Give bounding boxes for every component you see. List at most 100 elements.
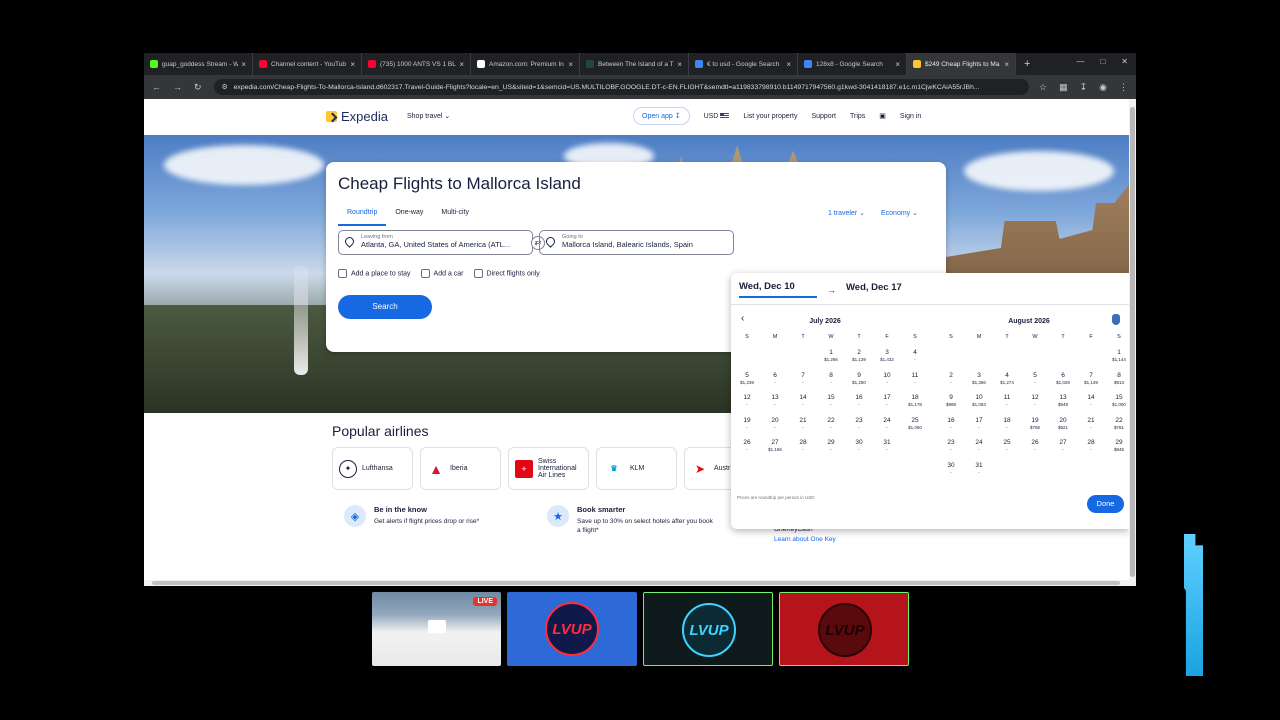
calendar-day[interactable]: 13-: [761, 393, 789, 416]
calendar-day[interactable]: 11-: [993, 393, 1021, 416]
calendar-day[interactable]: 19 $796: [1021, 416, 1049, 439]
shop-travel-menu[interactable]: Shop travel ⌄: [407, 112, 450, 120]
close-tab-icon[interactable]: ×: [895, 60, 900, 69]
calendar-day[interactable]: 7-: [789, 371, 817, 394]
calendar-day[interactable]: 27 $1,166: [761, 438, 789, 461]
browser-tab[interactable]: € to usd - Google Search ×: [689, 53, 798, 75]
currency-selector[interactable]: USD: [704, 113, 730, 120]
airline-card-lufthansa[interactable]: ✦ Lufthansa: [332, 447, 413, 490]
calendar-day[interactable]: 12-: [733, 393, 761, 416]
calendar-day[interactable]: 14-: [789, 393, 817, 416]
add-car-checkbox[interactable]: Add a car: [420, 269, 464, 278]
scene-thumbnail[interactable]: LVUP: [779, 592, 909, 666]
url-input[interactable]: ⚙ expedia.com/Cheap-Flights-To-Mallorca-…: [213, 79, 1029, 95]
list-property-link[interactable]: List your property: [743, 113, 797, 120]
calendar-day[interactable]: 2 $1,139: [845, 348, 873, 371]
cabin-dropdown[interactable]: Economy ⌄: [881, 209, 918, 217]
airline-card-iberia[interactable]: ▲ Iberia: [420, 447, 501, 490]
calendar-day[interactable]: 20-: [761, 416, 789, 439]
extensions-icon[interactable]: ▦: [1059, 82, 1068, 93]
profile-icon[interactable]: ◉: [1099, 82, 1107, 93]
calendar-day[interactable]: 11-: [901, 371, 929, 394]
scene-thumbnail[interactable]: LIVE: [372, 592, 501, 666]
expedia-logo[interactable]: Expedia: [326, 109, 388, 124]
calendar-day[interactable]: 28-: [1077, 438, 1105, 461]
close-tab-icon[interactable]: ×: [568, 60, 573, 69]
calendar-day[interactable]: 17-: [873, 393, 901, 416]
return-date[interactable]: Wed, Dec 17: [846, 282, 902, 297]
add-stay-checkbox[interactable]: Add a place to stay: [338, 269, 411, 278]
tab-one-way[interactable]: One-way: [386, 206, 432, 226]
calendar-day[interactable]: 22-: [817, 416, 845, 439]
calendar-day[interactable]: 4-: [901, 348, 929, 371]
calendar-day[interactable]: 9 $988: [937, 393, 965, 416]
back-icon[interactable]: ←: [152, 82, 161, 92]
calendar-day[interactable]: 4 $1,274: [993, 371, 1021, 394]
calendar-day[interactable]: 16-: [845, 393, 873, 416]
sign-in-link[interactable]: Sign in: [900, 113, 921, 120]
calendar-day[interactable]: 29-: [817, 438, 845, 461]
calendar-day[interactable]: 18 $1,178: [901, 393, 929, 416]
close-window-icon[interactable]: ✕: [1121, 57, 1128, 66]
chat-icon[interactable]: ▣: [879, 112, 886, 120]
open-app-button[interactable]: Open app ↧: [633, 107, 690, 125]
menu-icon[interactable]: ⋮: [1119, 82, 1128, 93]
new-tab-button[interactable]: +: [1024, 58, 1030, 70]
leaving-from-field[interactable]: Leaving from Atlanta, GA, United States …: [338, 230, 533, 255]
calendar-day[interactable]: 8 $913: [1105, 371, 1129, 394]
search-button[interactable]: Search: [338, 295, 432, 319]
browser-tab[interactable]: 128x8 - Google Search ×: [798, 53, 907, 75]
calendar-day[interactable]: 10 $1,063: [965, 393, 993, 416]
calendar-day[interactable]: 1 $1,144: [1105, 348, 1129, 371]
vertical-scrollbar[interactable]: [1129, 99, 1136, 586]
travelers-dropdown[interactable]: 1 traveler ⌄: [828, 209, 865, 217]
calendar-day[interactable]: 1 $1,286: [817, 348, 845, 371]
minimize-icon[interactable]: —: [1076, 57, 1084, 66]
calendar-day[interactable]: 12-: [1021, 393, 1049, 416]
horizontal-scrollbar[interactable]: [144, 580, 1129, 586]
calendar-day[interactable]: 23-: [937, 438, 965, 461]
calendar-day[interactable]: 30-: [937, 461, 965, 484]
calendar-day[interactable]: 15 $1,000: [1105, 393, 1129, 416]
calendar-day[interactable]: 6 $1,029: [1049, 371, 1077, 394]
scene-thumbnail[interactable]: LVUP: [643, 592, 773, 666]
airline-card-klm[interactable]: ♛ KLM: [596, 447, 677, 490]
calendar-day[interactable]: 20 $921: [1049, 416, 1077, 439]
calendar-day[interactable]: 25 $1,060: [901, 416, 929, 439]
airline-card-swiss[interactable]: + Swiss International Air Lines: [508, 447, 589, 490]
calendar-day[interactable]: 27-: [1049, 438, 1077, 461]
calendar-day[interactable]: 17-: [965, 416, 993, 439]
calendar-day[interactable]: 25-: [993, 438, 1021, 461]
calendar-day[interactable]: 26-: [1021, 438, 1049, 461]
calendar-day[interactable]: 16-: [937, 416, 965, 439]
scroll-thumb[interactable]: [152, 581, 1120, 585]
calendar-day[interactable]: 9 $1,250: [845, 371, 873, 394]
calendar-day[interactable]: 19-: [733, 416, 761, 439]
close-tab-icon[interactable]: ×: [350, 60, 355, 69]
calendar-day[interactable]: 15-: [817, 393, 845, 416]
tab-multi-city[interactable]: Multi-city: [432, 206, 478, 226]
calendar-day[interactable]: 6-: [761, 371, 789, 394]
direct-flights-checkbox[interactable]: Direct flights only: [473, 269, 540, 278]
learn-one-key-link[interactable]: Learn about One Key: [774, 536, 914, 543]
close-tab-icon[interactable]: ×: [241, 60, 246, 69]
browser-tab[interactable]: Between The Island of a Th ×: [580, 53, 689, 75]
browser-tab[interactable]: Amazon.com: Premium In ×: [471, 53, 580, 75]
tab-roundtrip[interactable]: Roundtrip: [338, 206, 387, 226]
calendar-day[interactable]: 3 $1,366: [965, 371, 993, 394]
calendar-day[interactable]: 22 $781: [1105, 416, 1129, 439]
going-to-field[interactable]: Going to Mallorca Island, Balearic Islan…: [539, 230, 734, 255]
calendar-day[interactable]: 21-: [1077, 416, 1105, 439]
calendar-day[interactable]: 23-: [845, 416, 873, 439]
browser-tab[interactable]: (735) 1000 ANTS VS 1 BLA ×: [362, 53, 471, 75]
trips-link[interactable]: Trips: [850, 113, 865, 120]
calendar-day[interactable]: 7 $1,149: [1077, 371, 1105, 394]
close-tab-icon[interactable]: ×: [677, 60, 682, 69]
calendar-day[interactable]: 31-: [873, 438, 901, 461]
calendar-day[interactable]: 2-: [937, 371, 965, 394]
calendar-day[interactable]: 29 $845: [1105, 438, 1129, 461]
forward-icon[interactable]: →: [173, 82, 182, 92]
browser-tab[interactable]: guap_goddess Stream - W ×: [144, 53, 253, 75]
calendar-day[interactable]: 14-: [1077, 393, 1105, 416]
reload-icon[interactable]: ↻: [194, 82, 202, 93]
